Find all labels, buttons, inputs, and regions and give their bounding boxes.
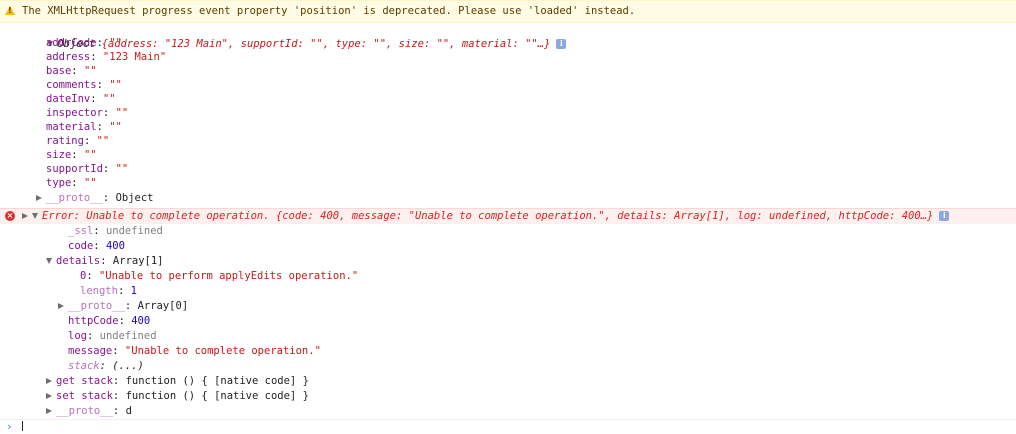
- error-log-entry[interactable]: × Error: Unable to complete operation. {…: [0, 209, 1016, 224]
- object-prop-row: addrCode: "": [46, 37, 122, 49]
- details-proto[interactable]: __proto__: Array[0]: [0, 299, 1016, 314]
- error-proto[interactable]: __proto__: d: [0, 404, 1016, 419]
- warning-icon: [5, 6, 15, 15]
- object-prop-row: address: "123 Main": [46, 51, 167, 63]
- info-icon[interactable]: i: [939, 211, 950, 221]
- object-prop-row: type: "": [46, 177, 97, 189]
- error-prop-message: message: "Unable to complete operation.": [68, 345, 321, 357]
- collapse-toggle-icon[interactable]: [22, 213, 28, 219]
- expand-toggle-icon[interactable]: [36, 195, 42, 201]
- expand-toggle-icon[interactable]: [46, 258, 52, 264]
- console-prompt-icon: ›: [6, 420, 13, 433]
- object-prop-row: inspector: "": [46, 107, 129, 119]
- expand-toggle-icon[interactable]: [46, 408, 52, 414]
- details-length: length: 1: [80, 285, 137, 297]
- object-prop-row: supportId: "": [46, 163, 129, 175]
- console-warning-message: The XMLHttpRequest progress event proper…: [0, 0, 1016, 23]
- object-prop-row: material: "": [46, 121, 122, 133]
- error-summary: Error: Unable to complete operation. {co…: [42, 210, 934, 222]
- error-prop-httpcode: httpCode: 400: [68, 315, 151, 327]
- object-prop-row: base: "": [46, 65, 97, 77]
- error-prop-details[interactable]: details: Array[1]: [0, 254, 1016, 269]
- error-icon: ×: [5, 211, 15, 221]
- object-proto-row[interactable]: __proto__: Object: [0, 191, 1016, 206]
- error-prop-log: log: undefined: [68, 330, 157, 342]
- error-prop-stack[interactable]: stack: (...): [0, 359, 1016, 374]
- error-set-stack[interactable]: set stack: function () { [native code] }: [0, 389, 1016, 404]
- console-input[interactable]: [22, 421, 23, 431]
- divider: [0, 419, 1016, 420]
- expand-toggle-icon[interactable]: [58, 303, 64, 309]
- object-prop-row: comments: "": [46, 79, 122, 91]
- expand-toggle-icon[interactable]: [46, 378, 52, 384]
- error-prop-code: code: 400: [68, 240, 125, 252]
- details-item-0: 0: "Unable to perform applyEdits operati…: [80, 270, 359, 282]
- object-log-entry[interactable]: Object {address: "123 Main", supportId: …: [0, 22, 1016, 50]
- object-prop-row: size: "": [46, 149, 97, 161]
- expand-toggle-icon[interactable]: [46, 393, 52, 399]
- error-prop-ssl: _ssl: undefined: [68, 225, 163, 237]
- warning-text: The XMLHttpRequest progress event proper…: [22, 5, 636, 17]
- object-prop-row: dateInv: "": [46, 93, 116, 105]
- object-prop-row: rating: "": [46, 135, 110, 147]
- expand-toggle-icon[interactable]: [32, 213, 38, 219]
- error-get-stack[interactable]: get stack: function () { [native code] }: [0, 374, 1016, 389]
